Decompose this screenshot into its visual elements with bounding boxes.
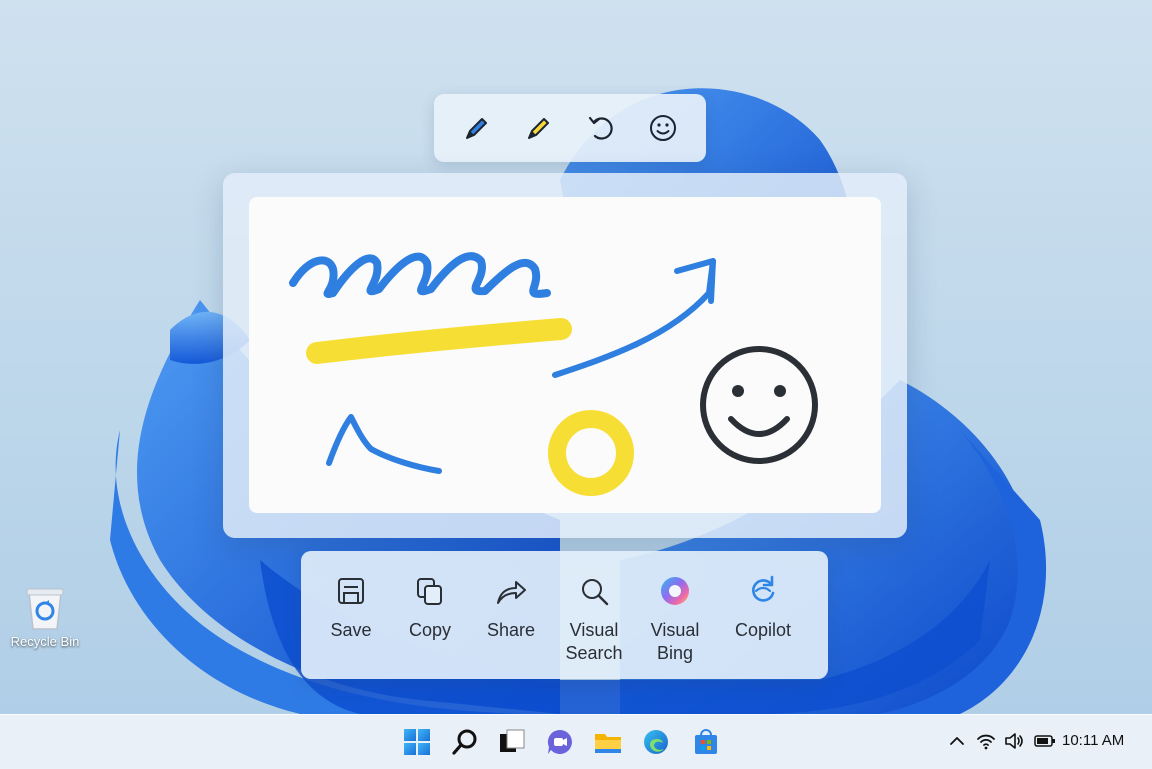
ink-strokes	[289, 252, 818, 496]
start-button[interactable]	[401, 726, 433, 758]
share-button[interactable]: Share	[471, 573, 551, 642]
edge-icon	[644, 730, 668, 754]
share-icon	[497, 581, 526, 604]
copilot-button[interactable]: Copilot	[723, 573, 803, 642]
pen-toolbar	[434, 94, 706, 162]
copy-button[interactable]: Copy	[390, 573, 470, 642]
recycle-bin[interactable]: Recycle Bin	[6, 585, 84, 651]
visual-search-label: Visual Search	[554, 619, 634, 665]
recycle-bin-icon	[26, 588, 64, 630]
copy-icon	[417, 578, 442, 605]
copilot-label: Copilot	[734, 620, 792, 640]
blue-check-stroke	[326, 414, 442, 474]
wifi-icon[interactable]	[976, 732, 996, 750]
save-label: Save	[330, 620, 372, 640]
emoji-icon	[650, 115, 676, 141]
copilot-logo-icon	[661, 577, 689, 605]
emoji-button[interactable]	[643, 108, 683, 148]
yellow-circle-stroke	[548, 410, 634, 496]
battery-icon[interactable]	[1034, 734, 1056, 748]
taskbar-search-button[interactable]	[449, 726, 481, 758]
task-view-icon	[500, 729, 525, 752]
visual-search-label-line2: Search	[565, 643, 623, 663]
taskbar: 10:11 AM	[0, 714, 1152, 769]
file-explorer-icon	[595, 734, 621, 753]
teams-button[interactable]	[544, 726, 576, 758]
highlighter-button[interactable]	[519, 108, 559, 148]
copy-label: Copy	[408, 620, 452, 640]
volume-icon[interactable]	[1004, 732, 1024, 750]
store-button[interactable]	[690, 726, 722, 758]
share-label: Share	[486, 620, 536, 640]
blue-pen-icon	[466, 118, 487, 139]
capture-frame	[223, 173, 907, 538]
blue-scribble	[289, 252, 551, 298]
clock[interactable]: 10:11 AM	[1062, 732, 1124, 749]
task-view-button[interactable]	[496, 726, 528, 758]
visual-bing-button[interactable]: Visual Bing	[635, 573, 715, 665]
undo-button[interactable]	[581, 108, 621, 148]
visual-bing-label-line1: Visual	[650, 620, 700, 640]
visual-bing-label: Visual Bing	[635, 619, 715, 665]
smiley-stroke	[700, 346, 818, 464]
chevron-up-icon[interactable]	[948, 732, 966, 750]
store-icon	[695, 729, 717, 754]
search-icon	[582, 579, 609, 606]
start-icon	[404, 729, 430, 755]
system-tray	[948, 732, 1056, 750]
visual-search-button[interactable]: Visual Search	[554, 573, 634, 665]
action-bar: Save Copy Share Visual Search Visual Bin…	[301, 551, 828, 679]
file-explorer-button[interactable]	[592, 726, 624, 758]
undo-icon	[588, 116, 613, 140]
recycle-bin-label: Recycle Bin	[10, 634, 80, 649]
edge-button[interactable]	[640, 726, 672, 758]
blue-arrow-stroke	[552, 258, 716, 378]
save-icon	[338, 578, 364, 604]
search-icon	[452, 729, 477, 755]
yellow-highlight-stroke	[306, 318, 572, 364]
save-button[interactable]: Save	[311, 573, 391, 642]
blue-pen-button[interactable]	[457, 108, 497, 148]
copilot-refresh-icon	[752, 575, 775, 602]
yellow-highlighter-icon	[528, 118, 549, 139]
visual-search-label-line1: Visual	[569, 620, 619, 640]
visual-bing-label-line2: Bing	[656, 643, 694, 663]
teams-icon	[547, 729, 572, 754]
drawing-canvas[interactable]	[249, 197, 881, 513]
